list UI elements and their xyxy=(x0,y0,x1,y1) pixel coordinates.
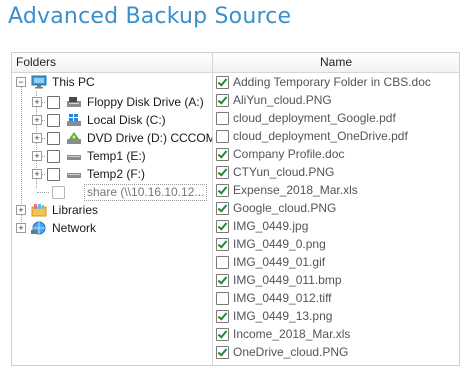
folder-checkbox[interactable] xyxy=(52,186,65,199)
file-checkbox[interactable] xyxy=(216,112,229,125)
tree-node-label: Floppy Disk Drive (A:) xyxy=(87,95,204,109)
file-name: cloud_deployment_Google.pdf xyxy=(233,111,396,125)
tree-node-label: This PC xyxy=(52,75,95,89)
file-row[interactable]: Income_2018_Mar.xls xyxy=(213,325,459,343)
file-name: Income_2018_Mar.xls xyxy=(233,327,351,341)
folder-checkbox[interactable] xyxy=(47,96,60,109)
file-name: Adding Temporary Folder in CBS.doc xyxy=(233,75,431,89)
file-row[interactable]: Company Profile.doc xyxy=(213,145,459,163)
file-checkbox[interactable] xyxy=(216,220,229,233)
expand-icon[interactable]: + xyxy=(32,115,42,125)
computer-icon xyxy=(31,75,47,89)
folders-column-header[interactable]: Folders xyxy=(12,53,212,73)
tree-node-local-disk[interactable]: + Local Disk (C:) xyxy=(12,111,212,129)
network-icon xyxy=(31,221,47,235)
expand-icon[interactable]: + xyxy=(16,205,26,215)
tree-node-label: Libraries xyxy=(52,203,99,217)
file-name: IMG_0449_0.png xyxy=(233,237,326,251)
tree-node-label: Temp2 (F:) xyxy=(87,167,146,181)
page-title: Advanced Backup Source xyxy=(8,4,292,29)
file-name: IMG_0449_13.png xyxy=(233,309,333,323)
file-name: Company Profile.doc xyxy=(233,147,345,161)
file-row[interactable]: Expense_2018_Mar.xls xyxy=(213,181,459,199)
file-row[interactable]: Google_cloud.PNG xyxy=(213,199,459,217)
file-row[interactable]: IMG_0449_13.png xyxy=(213,307,459,325)
file-checkbox[interactable] xyxy=(216,328,229,341)
file-name: CTYun_cloud.PNG xyxy=(233,165,335,179)
tree-node-network[interactable]: + Network xyxy=(12,219,212,237)
tree-node-share[interactable]: share (\\10.16.10.12... xyxy=(12,183,212,201)
file-checkbox[interactable] xyxy=(216,76,229,89)
file-checkbox[interactable] xyxy=(216,310,229,323)
file-name: OneDrive_cloud.PNG xyxy=(233,345,349,359)
tree-node-label: share (\\10.16.10.12... xyxy=(84,184,208,201)
file-row[interactable]: cloud_deployment_Google.pdf xyxy=(213,109,459,127)
tree-node-this-pc[interactable]: − This PC xyxy=(12,73,212,91)
file-row[interactable]: IMG_0449.jpg xyxy=(213,217,459,235)
tree-node-label: DVD Drive (D:) CCCOMA xyxy=(87,131,213,145)
tree-node-floppy-drive[interactable]: + Floppy Disk Drive (A:) xyxy=(12,93,212,111)
file-checkbox[interactable] xyxy=(216,130,229,143)
local-disk-icon xyxy=(66,113,82,127)
file-name: IMG_0449_012.tiff xyxy=(233,291,332,305)
tree-node-temp2[interactable]: + Temp2 (F:) xyxy=(12,165,212,183)
folder-checkbox[interactable] xyxy=(47,150,60,163)
file-checkbox[interactable] xyxy=(216,292,229,305)
file-checkbox[interactable] xyxy=(216,94,229,107)
collapse-icon[interactable]: − xyxy=(16,77,26,87)
file-name: cloud_deployment_OneDrive.pdf xyxy=(233,129,408,143)
folder-checkbox[interactable] xyxy=(47,168,60,181)
file-checkbox[interactable] xyxy=(216,166,229,179)
file-checkbox[interactable] xyxy=(216,274,229,287)
expand-icon[interactable]: + xyxy=(32,169,42,179)
folder-checkbox[interactable] xyxy=(47,114,60,127)
file-name: IMG_0449.jpg xyxy=(233,219,309,233)
name-column-header[interactable]: Name xyxy=(213,53,459,73)
file-checkbox[interactable] xyxy=(216,256,229,269)
file-row[interactable]: AliYun_cloud.PNG xyxy=(213,91,459,109)
file-row[interactable]: Adding Temporary Folder in CBS.doc xyxy=(213,73,459,91)
folders-pane[interactable]: Folders − This PC + Floppy Disk Drive (A… xyxy=(11,52,213,366)
file-row[interactable]: cloud_deployment_OneDrive.pdf xyxy=(213,127,459,145)
floppy-drive-icon xyxy=(66,95,82,109)
files-pane[interactable]: Name Adding Temporary Folder in CBS.doc A… xyxy=(213,52,460,366)
tree-node-dvd-drive[interactable]: + DVD Drive (D:) CCCOMA xyxy=(12,129,212,147)
expand-icon[interactable]: + xyxy=(16,223,26,233)
file-checkbox[interactable] xyxy=(216,148,229,161)
file-list: Adding Temporary Folder in CBS.doc AliYun… xyxy=(213,73,459,361)
expand-icon[interactable]: + xyxy=(32,151,42,161)
file-row[interactable]: OneDrive_cloud.PNG xyxy=(213,343,459,361)
file-row[interactable]: IMG_0449_0.png xyxy=(213,235,459,253)
file-name: IMG_0449_01.gif xyxy=(233,255,326,269)
file-checkbox[interactable] xyxy=(216,202,229,215)
file-name: Google_cloud.PNG xyxy=(233,201,337,215)
file-row[interactable]: IMG_0449_011.bmp xyxy=(213,271,459,289)
file-row[interactable]: IMG_0449_012.tiff xyxy=(213,289,459,307)
libraries-icon xyxy=(31,203,47,217)
file-name: IMG_0449_011.bmp xyxy=(233,273,342,287)
tree-node-label: Temp1 (E:) xyxy=(87,149,146,163)
drive-icon xyxy=(66,149,82,163)
file-checkbox[interactable] xyxy=(216,346,229,359)
file-row[interactable]: IMG_0449_01.gif xyxy=(213,253,459,271)
tree-node-libraries[interactable]: + Libraries xyxy=(12,201,212,219)
expand-icon[interactable]: + xyxy=(32,97,42,107)
tree-node-temp1[interactable]: + Temp1 (E:) xyxy=(12,147,212,165)
file-name: AliYun_cloud.PNG xyxy=(233,93,332,107)
expand-icon[interactable]: + xyxy=(32,133,42,143)
file-name: Expense_2018_Mar.xls xyxy=(233,183,358,197)
dvd-drive-icon xyxy=(66,131,82,145)
folder-checkbox[interactable] xyxy=(47,132,60,145)
file-checkbox[interactable] xyxy=(216,184,229,197)
tree-node-label: Local Disk (C:) xyxy=(87,113,166,127)
file-checkbox[interactable] xyxy=(216,238,229,251)
file-row[interactable]: CTYun_cloud.PNG xyxy=(213,163,459,181)
tree-node-label: Network xyxy=(52,221,97,235)
drive-icon xyxy=(66,167,82,181)
